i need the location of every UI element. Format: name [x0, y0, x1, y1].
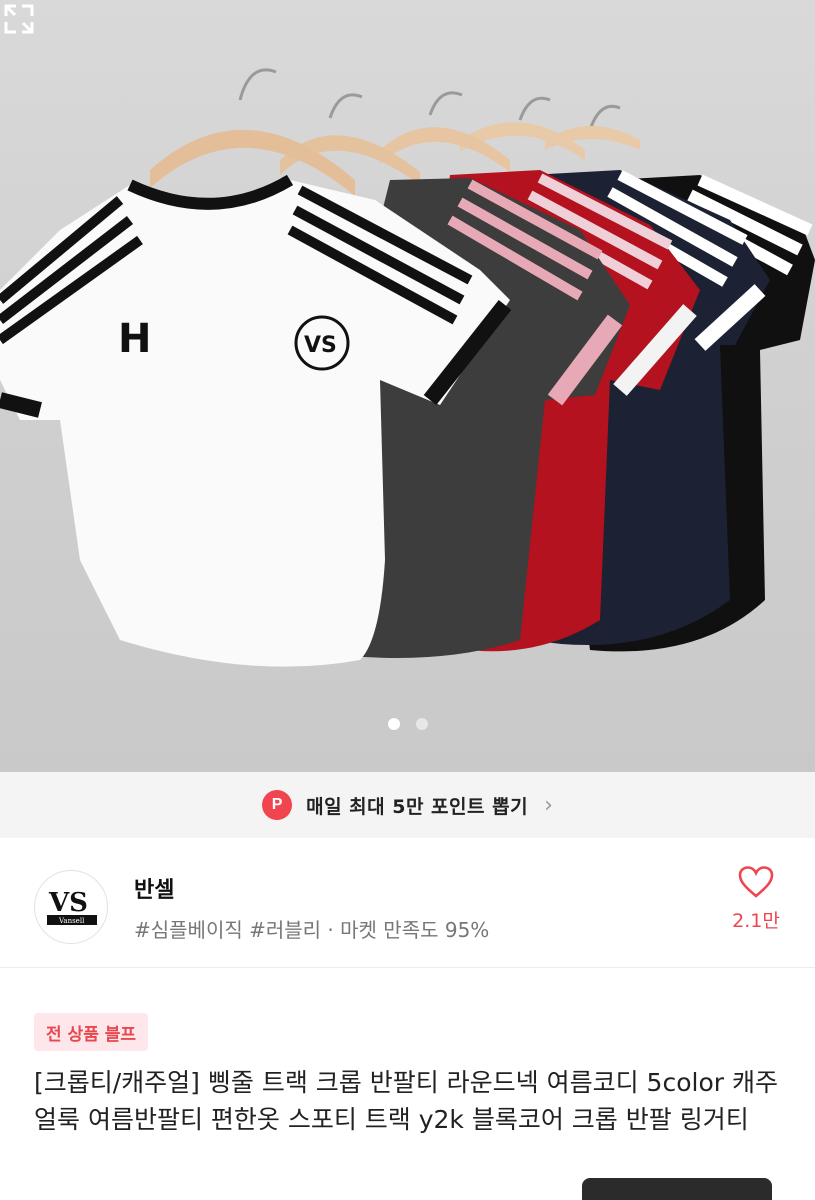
like-count: 2.1만 — [732, 910, 780, 932]
expand-icon[interactable] — [0, 0, 38, 38]
carousel-dots — [0, 718, 815, 730]
like-button[interactable]: 2.1만 — [722, 866, 790, 933]
carousel-dot[interactable] — [415, 718, 428, 730]
product-title: [크롭티/캐주얼] 삥줄 트랙 크롭 반팔티 라운드넥 여름코디 5color … — [34, 1068, 778, 1134]
banner-text: 매일 최대 5만 포인트 뽑기 — [306, 795, 529, 818]
logo-mark: H — [118, 316, 151, 362]
shop-logo-subtext: Vansell — [58, 917, 85, 925]
product-image[interactable]: H VS — [0, 0, 815, 772]
point-icon: P — [262, 790, 293, 820]
shop-logo[interactable]: VS Vansell — [34, 870, 108, 944]
heart-icon — [738, 866, 774, 898]
points-banner[interactable]: P 매일 최대 5만 포인트 뽑기 › — [0, 772, 815, 838]
promo-badge: 전 상품 블프 — [34, 1013, 149, 1051]
shop-logo-text: VS — [48, 888, 88, 918]
carousel-dot[interactable] — [387, 718, 400, 730]
chevron-right-icon: › — [544, 792, 553, 818]
print-mark: VS — [304, 333, 337, 358]
floating-tooltip — [582, 1178, 772, 1200]
tshirt-photo: H VS — [0, 68, 815, 667]
shop-name[interactable]: 반셀 — [134, 872, 174, 904]
shop-tags: #심플베이직 #러블리 · 마켓 만족도 95% — [134, 918, 490, 942]
shop-row[interactable]: VS Vansell 반셀 #심플베이직 #러블리 · 마켓 만족도 95% 2… — [0, 838, 815, 968]
